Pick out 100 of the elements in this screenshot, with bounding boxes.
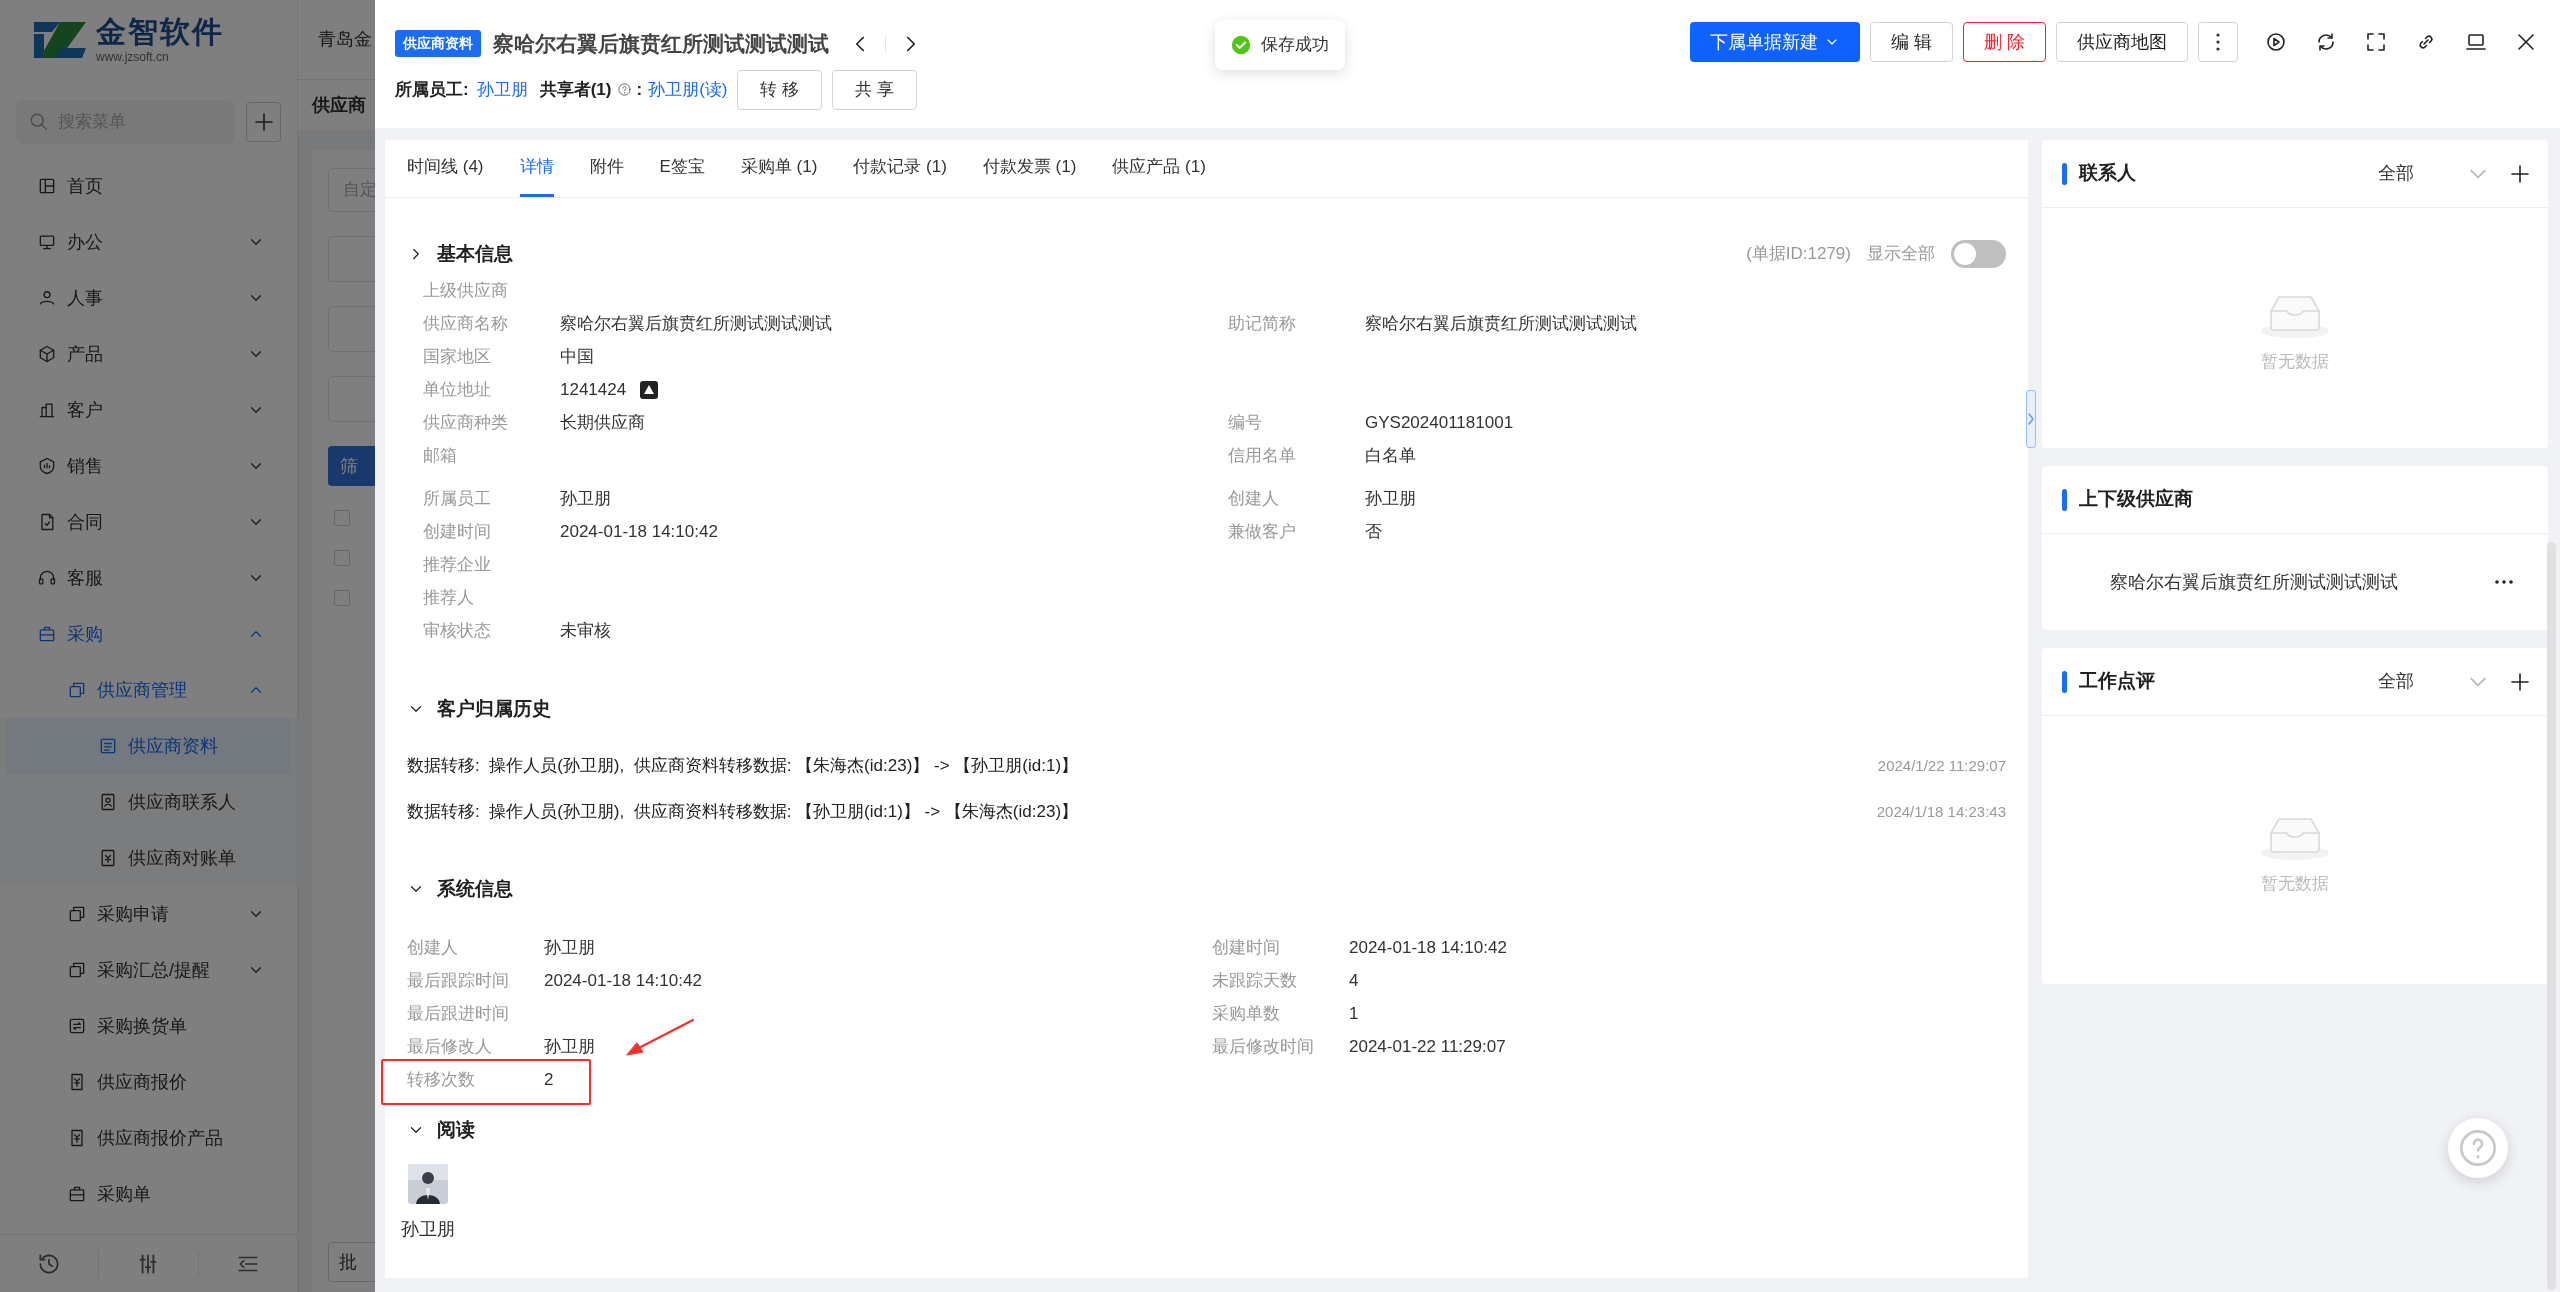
field-label: 供应商种类 bbox=[423, 411, 509, 434]
tab[interactable]: 付款发票 (1) bbox=[982, 140, 1077, 197]
record-type-badge: 供应商资料 bbox=[395, 30, 481, 58]
field-label: 供应商名称 bbox=[423, 312, 509, 335]
filter-button[interactable]: 筛 bbox=[328, 446, 375, 486]
menu-item[interactable]: 首页 bbox=[0, 158, 297, 214]
menu-item[interactable]: 采购单 bbox=[0, 1166, 297, 1222]
action-button[interactable]: 转 移 bbox=[737, 69, 823, 110]
batch-button[interactable]: 批 bbox=[328, 1242, 375, 1282]
field-value: 1241424 bbox=[560, 378, 627, 401]
checkbox[interactable] bbox=[334, 550, 350, 566]
menu-item[interactable]: 采购申请 bbox=[0, 886, 297, 942]
record-title: 察哈尔右翼后旗贲红所测试测试测试 bbox=[493, 31, 829, 57]
shield-icon bbox=[37, 456, 57, 476]
field-label: 最后修改人 bbox=[407, 1035, 493, 1058]
menu-item[interactable]: 客服 bbox=[0, 550, 297, 606]
briefcase-icon bbox=[37, 624, 57, 644]
tab[interactable]: 附件 bbox=[589, 140, 624, 197]
menu-item-label: 办公 bbox=[67, 230, 103, 254]
play-icon[interactable] bbox=[2264, 30, 2288, 54]
section-title: 客户归属历史 bbox=[437, 696, 551, 721]
chevron-down-icon bbox=[2470, 676, 2486, 687]
field-label: 创建时间 bbox=[1212, 936, 1281, 959]
menu-item-label: 采购换货单 bbox=[97, 1014, 187, 1038]
more-icon[interactable] bbox=[2494, 579, 2514, 585]
field-value: 孙卫朋 bbox=[544, 1035, 595, 1058]
field-label: 推荐人 bbox=[423, 586, 475, 609]
menu-item[interactable]: 采购 bbox=[0, 606, 297, 662]
field-value: 白名单 bbox=[1365, 444, 1416, 467]
menu-item[interactable]: 合同 bbox=[0, 494, 297, 550]
field-label: 单位地址 bbox=[423, 378, 492, 401]
tab[interactable]: 时间线 (4) bbox=[407, 140, 484, 197]
field-value: 4 bbox=[1349, 969, 1359, 992]
menu-item[interactable]: 客户 bbox=[0, 382, 297, 438]
tab[interactable]: 详情 bbox=[519, 140, 554, 197]
toolbar-button[interactable]: 删 除 bbox=[1963, 22, 2046, 62]
empty-text: 暂无数据 bbox=[2261, 351, 2329, 374]
card-title: 联系人 bbox=[2079, 161, 2136, 186]
field-value: 中国 bbox=[560, 345, 594, 368]
logo-url: www.jzsoft.cn bbox=[96, 51, 170, 63]
card-title: 工作点评 bbox=[2079, 669, 2155, 694]
field-label: 采购单数 bbox=[1212, 1002, 1281, 1025]
tab[interactable]: 供应产品 (1) bbox=[1112, 140, 1206, 197]
filter-dropdown[interactable]: 全部 bbox=[2378, 668, 2486, 695]
menu-item-label: 客服 bbox=[67, 566, 103, 590]
field-value: 孙卫朋 bbox=[544, 936, 595, 959]
menu-item[interactable]: 办公 bbox=[0, 214, 297, 270]
filter-dropdown[interactable]: 全部 bbox=[2378, 160, 2486, 187]
toolbar-button[interactable]: 供应商地图 bbox=[2056, 22, 2188, 62]
field-label: 最后跟进时间 bbox=[407, 1002, 510, 1025]
collapse-handle[interactable] bbox=[2026, 390, 2036, 448]
field-value: 孙卫朋 bbox=[1365, 487, 1416, 510]
menu-item[interactable]: 供应商资料 bbox=[6, 718, 291, 774]
toggle-label: 显示全部 bbox=[1867, 243, 1935, 266]
checkbox[interactable] bbox=[334, 510, 350, 526]
toolbar-button[interactable]: 下属单据新建 bbox=[1689, 22, 1860, 62]
menu-item[interactable]: 产品 bbox=[0, 326, 297, 382]
menu-item[interactable]: 采购换货单 bbox=[0, 998, 297, 1054]
fullscreen-icon[interactable] bbox=[2364, 30, 2388, 54]
menu-item-label: 供应商资料 bbox=[128, 734, 218, 758]
menu-item[interactable]: 供应商报价产品 bbox=[0, 1110, 297, 1166]
menu-item[interactable]: 供应商对账单 bbox=[0, 830, 297, 886]
owner-link[interactable]: 孙卫朋 bbox=[476, 76, 528, 103]
field-value: 2024-01-22 11:29:07 bbox=[1349, 1035, 1506, 1058]
briefcase-icon bbox=[67, 1184, 87, 1204]
navigation-icon[interactable] bbox=[640, 380, 659, 399]
section-title: 系统信息 bbox=[437, 876, 513, 901]
add-button[interactable] bbox=[246, 102, 281, 142]
field-label: 创建人 bbox=[1228, 487, 1280, 510]
menu-item[interactable]: 供应商报价 bbox=[0, 1054, 297, 1110]
tab[interactable]: 付款记录 (1) bbox=[853, 140, 947, 197]
history-time: 2024/1/22 11:29:07 bbox=[1877, 755, 2006, 776]
show-all-toggle[interactable] bbox=[1951, 240, 2006, 268]
menu-item-label: 采购单 bbox=[97, 1182, 151, 1206]
field-value: GYS202401181001 bbox=[1365, 411, 1514, 434]
field-value: 孙卫朋 bbox=[560, 487, 611, 510]
more-vertical-icon bbox=[2215, 32, 2221, 52]
menu-item[interactable]: 采购汇总/提醒 bbox=[0, 942, 297, 998]
field-label: 兼做客户 bbox=[1228, 520, 1297, 543]
field-value: 未审核 bbox=[560, 619, 611, 642]
help-icon bbox=[617, 82, 633, 97]
related-supplier[interactable]: 察哈尔右翼后旗贲红所测试测试测试 bbox=[2110, 568, 2398, 596]
tab[interactable]: 采购单 (1) bbox=[740, 140, 818, 197]
exchange-icon bbox=[67, 1016, 87, 1036]
menu-item-label: 供应商对账单 bbox=[128, 846, 236, 870]
menu-item[interactable]: 人事 bbox=[0, 270, 297, 326]
menu-item-label: 客户 bbox=[67, 398, 103, 422]
record-id: (单据ID:1279) bbox=[1746, 243, 1851, 266]
checkbox[interactable] bbox=[334, 590, 350, 606]
menu-item[interactable]: 销售 bbox=[0, 438, 297, 494]
menu-item[interactable]: 供应商联系人 bbox=[0, 774, 297, 830]
menu-item[interactable]: 供应商管理 bbox=[0, 662, 297, 718]
toolbar-button[interactable]: 编 辑 bbox=[1869, 22, 1953, 62]
action-button[interactable]: 共 享 bbox=[832, 69, 917, 110]
sharer-link[interactable]: 孙卫朋(读) bbox=[648, 76, 728, 103]
scrollbar-thumb[interactable] bbox=[2547, 542, 2556, 1290]
tab[interactable]: E签宝 bbox=[659, 140, 705, 197]
separator: : bbox=[636, 78, 643, 101]
field-value: 2024-01-18 14:10:42 bbox=[544, 969, 702, 992]
page-title: 供应商 bbox=[312, 93, 366, 117]
